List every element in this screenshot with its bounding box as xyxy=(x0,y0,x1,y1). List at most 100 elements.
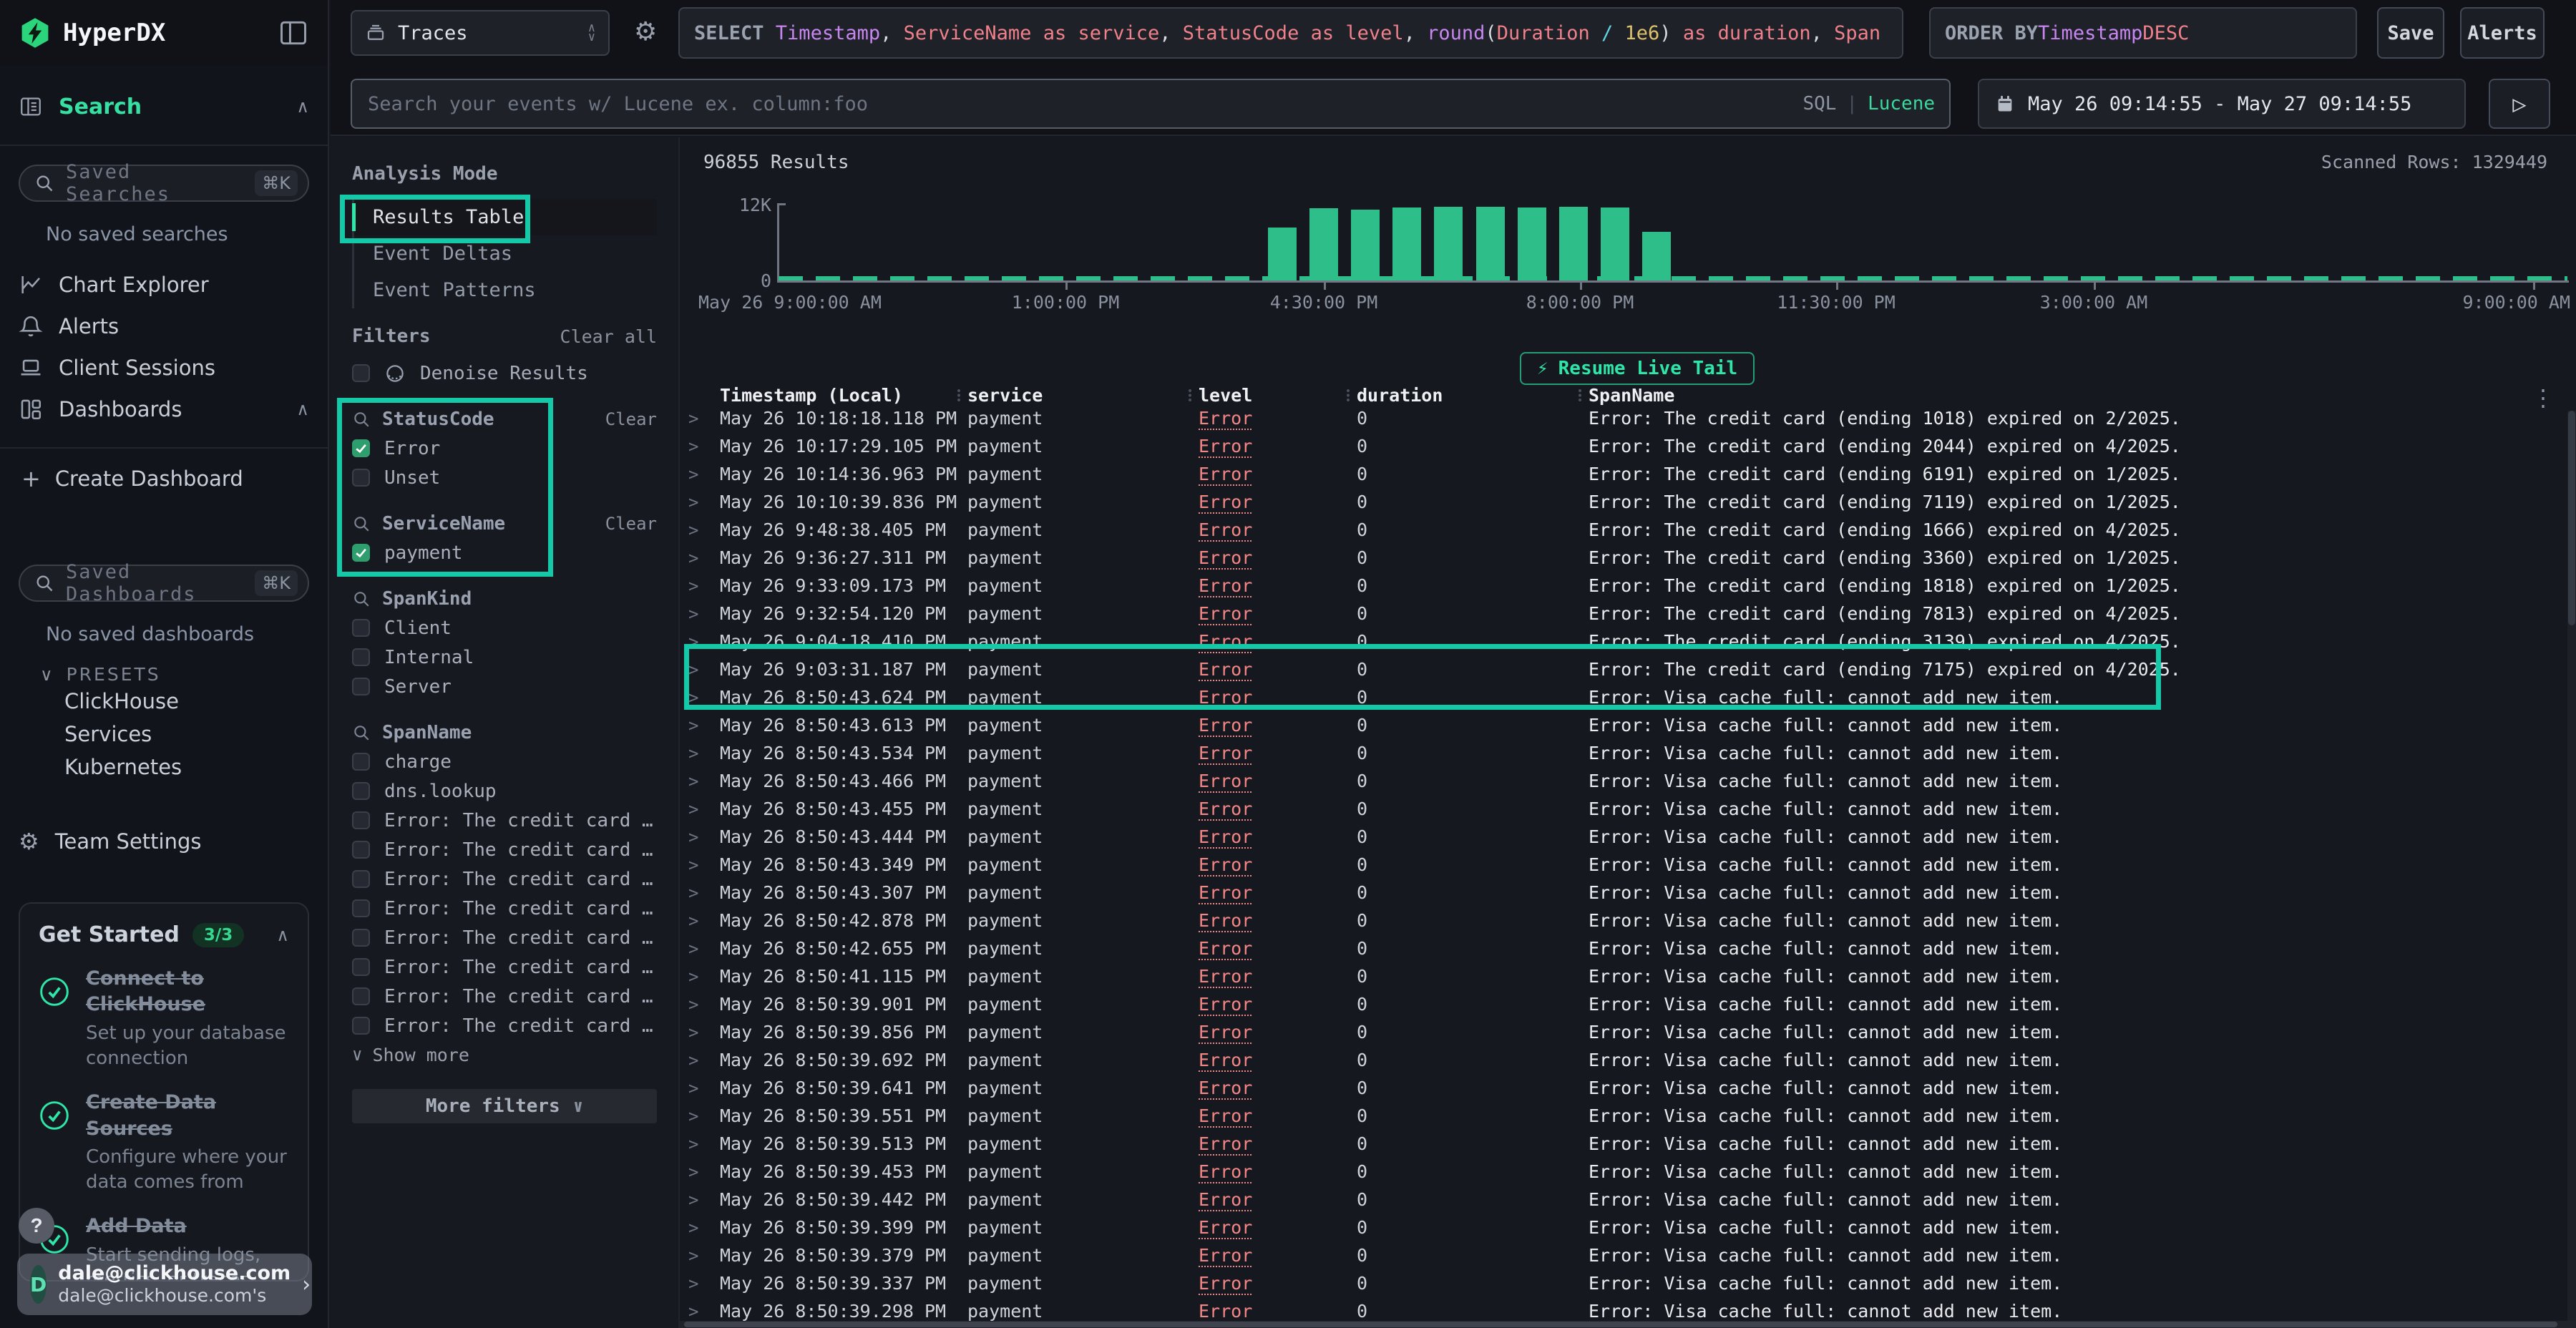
row-expand-icon[interactable]: > xyxy=(688,436,720,456)
filter-checkbox[interactable] xyxy=(352,619,370,637)
row-expand-icon[interactable]: > xyxy=(688,1078,720,1098)
filter-option[interactable]: Error: The credit card … xyxy=(352,835,657,864)
table-row[interactable]: >May 26 8:50:43.349 PMpaymentError0Error… xyxy=(680,851,2566,879)
filter-option[interactable]: Error: The credit card … xyxy=(352,982,657,1011)
row-expand-icon[interactable]: > xyxy=(688,967,720,987)
filter-checkbox[interactable] xyxy=(352,439,370,457)
row-expand-icon[interactable]: > xyxy=(688,1022,720,1043)
filter-option[interactable]: Unset xyxy=(352,463,657,492)
more-filters-button[interactable]: More filters ∨ xyxy=(352,1089,657,1123)
table-row[interactable]: >May 26 10:17:29.105 PMpaymentError0Erro… xyxy=(680,432,2566,460)
filter-option[interactable]: Error: The credit card … xyxy=(352,1011,657,1040)
table-row[interactable]: >May 26 8:50:39.856 PMpaymentError0Error… xyxy=(680,1018,2566,1046)
show-more-button[interactable]: ∨Show more xyxy=(352,1040,657,1069)
filter-checkbox[interactable] xyxy=(352,987,370,1005)
row-expand-icon[interactable]: > xyxy=(688,1050,720,1070)
row-expand-icon[interactable]: > xyxy=(688,1162,720,1182)
table-row[interactable]: >May 26 8:50:39.298 PMpaymentError0Error… xyxy=(680,1297,2566,1322)
user-menu[interactable]: D dale@clickhouse.com dale@clickhouse.co… xyxy=(17,1254,312,1315)
filter-checkbox[interactable] xyxy=(352,782,370,800)
filter-option[interactable]: Error: The credit card … xyxy=(352,806,657,835)
table-row[interactable]: >May 26 8:50:43.466 PMpaymentError0Error… xyxy=(680,767,2566,795)
filter-option[interactable]: Server xyxy=(352,672,657,701)
sidebar-item-team-settings[interactable]: ⚙ Team Settings xyxy=(0,821,328,862)
table-row[interactable]: >May 26 10:10:39.836 PMpaymentError0Erro… xyxy=(680,488,2566,516)
row-expand-icon[interactable]: > xyxy=(688,1274,720,1294)
row-expand-icon[interactable]: > xyxy=(688,995,720,1015)
table-row[interactable]: >May 26 8:50:39.399 PMpaymentError0Error… xyxy=(680,1214,2566,1241)
sidebar-item-client-sessions[interactable]: Client Sessions xyxy=(0,347,328,389)
row-expand-icon[interactable]: > xyxy=(688,771,720,791)
table-row[interactable]: >May 26 8:50:41.115 PMpaymentError0Error… xyxy=(680,962,2566,990)
preset-dashboard-clickhouse[interactable]: ClickHouse xyxy=(0,685,328,718)
column-header-service[interactable]: service xyxy=(967,385,1199,406)
saved-dashboards-input[interactable]: Saved Dashboards ⌘K xyxy=(19,565,309,602)
language-sql-toggle[interactable]: SQL xyxy=(1802,93,1836,114)
table-row[interactable]: >May 26 8:50:39.379 PMpaymentError0Error… xyxy=(680,1241,2566,1269)
table-row[interactable]: >May 26 8:50:43.455 PMpaymentError0Error… xyxy=(680,795,2566,823)
saved-searches-input[interactable]: Saved Searches ⌘K xyxy=(19,165,309,202)
filter-checkbox[interactable] xyxy=(352,811,370,829)
filter-checkbox[interactable] xyxy=(352,870,370,888)
column-header-level[interactable]: level xyxy=(1199,385,1357,406)
filter-checkbox[interactable] xyxy=(352,929,370,947)
table-row[interactable]: >May 26 8:50:39.901 PMpaymentError0Error… xyxy=(680,990,2566,1018)
table-row[interactable]: >May 26 9:48:38.405 PMpaymentError0Error… xyxy=(680,516,2566,544)
table-row[interactable]: >May 26 8:50:43.624 PMpaymentError0Error… xyxy=(680,683,2566,711)
row-expand-icon[interactable]: > xyxy=(688,1190,720,1210)
create-dashboard-button[interactable]: + Create Dashboard xyxy=(0,459,328,499)
table-row[interactable]: >May 26 9:32:54.120 PMpaymentError0Error… xyxy=(680,600,2566,628)
source-selector[interactable]: Traces ∧∨ xyxy=(351,10,610,56)
filter-checkbox[interactable] xyxy=(352,648,370,666)
row-expand-icon[interactable]: > xyxy=(688,660,720,680)
filter-option[interactable]: Client xyxy=(352,613,657,643)
filter-option[interactable]: dns.lookup xyxy=(352,776,657,806)
row-expand-icon[interactable]: > xyxy=(688,1246,720,1266)
row-expand-icon[interactable]: > xyxy=(688,604,720,624)
source-settings-gear-icon[interactable]: ⚙ xyxy=(630,16,661,47)
row-expand-icon[interactable]: > xyxy=(688,411,720,429)
filter-option[interactable]: Error: The credit card … xyxy=(352,894,657,923)
filter-checkbox[interactable] xyxy=(352,958,370,976)
preset-dashboard-kubernetes[interactable]: Kubernetes xyxy=(0,751,328,783)
save-button[interactable]: Save xyxy=(2377,7,2444,59)
filter-option[interactable]: Error: The credit card … xyxy=(352,952,657,982)
row-expand-icon[interactable]: > xyxy=(688,1302,720,1322)
table-row[interactable]: >May 26 10:14:36.963 PMpaymentError0Erro… xyxy=(680,460,2566,488)
table-row[interactable]: >May 26 8:50:43.613 PMpaymentError0Error… xyxy=(680,711,2566,739)
clear-filter-button[interactable]: Clear xyxy=(605,409,657,429)
filter-checkbox[interactable] xyxy=(352,469,370,487)
filter-option[interactable]: Error xyxy=(352,434,657,463)
row-expand-icon[interactable]: > xyxy=(688,1218,720,1238)
row-expand-icon[interactable]: > xyxy=(688,548,720,568)
denoise-checkbox[interactable] xyxy=(352,364,370,382)
filter-checkbox[interactable] xyxy=(352,678,370,695)
get-started-item[interactable]: Create Data SourcesConfigure where your … xyxy=(39,1090,289,1195)
row-expand-icon[interactable]: > xyxy=(688,743,720,763)
denoise-results-option[interactable]: Denoise Results xyxy=(352,358,657,388)
row-expand-icon[interactable]: > xyxy=(688,576,720,596)
table-row[interactable]: >May 26 8:50:42.655 PMpaymentError0Error… xyxy=(680,934,2566,962)
time-range-picker[interactable]: May 26 09:14:55 - May 27 09:14:55 xyxy=(1978,79,2466,129)
event-search-input[interactable] xyxy=(366,92,1802,116)
column-header-timestamp-local-[interactable]: Timestamp (Local) xyxy=(720,385,967,406)
presets-toggle[interactable]: ∨ PRESETS xyxy=(40,664,328,685)
alerts-button[interactable]: Alerts xyxy=(2460,7,2545,59)
select-clause-editor[interactable]: SELECT Timestamp, ServiceName as service… xyxy=(678,7,1903,59)
sidebar-item-chart-explorer[interactable]: Chart Explorer xyxy=(0,264,328,306)
table-row[interactable]: >May 26 8:50:39.551 PMpaymentError0Error… xyxy=(680,1102,2566,1130)
row-expand-icon[interactable]: > xyxy=(688,464,720,484)
row-expand-icon[interactable]: > xyxy=(688,492,720,512)
row-expand-icon[interactable]: > xyxy=(688,632,720,652)
row-expand-icon[interactable]: > xyxy=(688,716,720,736)
order-by-editor[interactable]: ORDER BY Timestamp DESC xyxy=(1929,7,2357,59)
row-expand-icon[interactable]: > xyxy=(688,883,720,903)
table-row[interactable]: >May 26 10:18:18.118 PMpaymentError0Erro… xyxy=(680,411,2566,432)
table-row[interactable]: >May 26 8:50:43.444 PMpaymentError0Error… xyxy=(680,823,2566,851)
table-row[interactable]: >May 26 9:33:09.173 PMpaymentError0Error… xyxy=(680,572,2566,600)
clear-all-button[interactable]: Clear all xyxy=(560,326,657,347)
chevron-up-icon[interactable]: ∧ xyxy=(276,925,289,945)
sidebar-item-search[interactable]: Search ∧ xyxy=(0,86,328,127)
row-expand-icon[interactable]: > xyxy=(688,688,720,708)
vertical-scrollbar[interactable] xyxy=(2567,411,2576,1322)
